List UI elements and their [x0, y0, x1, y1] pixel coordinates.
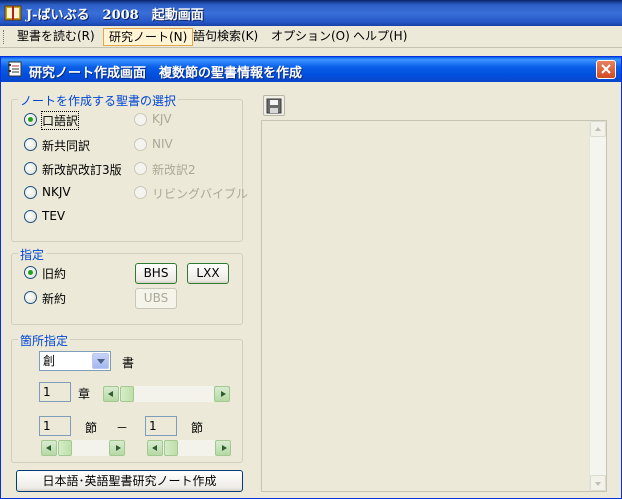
radio-label: 新改訳2 — [152, 163, 196, 177]
radio-circle — [24, 162, 37, 175]
scroll-up-icon[interactable] — [590, 121, 606, 137]
radio-circle — [24, 186, 37, 199]
scroll-right-icon[interactable] — [214, 386, 230, 402]
create-note-button[interactable]: 日本語･英語聖書研究ノート作成 — [16, 470, 243, 492]
verse-from-scrollbar[interactable] — [41, 440, 125, 456]
radio-label: 口語訳 — [40, 111, 80, 130]
book-select[interactable]: 創 — [39, 351, 111, 371]
scroll-thumb[interactable] — [120, 386, 134, 402]
radio-label: リビングバイブル — [152, 187, 249, 201]
close-icon — [601, 64, 611, 74]
save-icon — [266, 98, 282, 114]
verse-to-scrollbar[interactable] — [147, 440, 231, 456]
radio-label: 新改訳改訂3版 — [42, 163, 122, 177]
passage-legend: 箇所指定 — [18, 332, 71, 349]
radio-circle — [134, 113, 147, 126]
radio-label: NKJV — [42, 185, 71, 199]
radio-circle — [24, 113, 37, 126]
scroll-right-icon[interactable] — [109, 440, 125, 456]
verse-from-field[interactable]: 1 — [39, 416, 71, 436]
book-select-value: 創 — [43, 354, 56, 368]
verse-to-suffix: 節 — [191, 421, 204, 435]
close-button[interactable] — [596, 60, 616, 79]
menu-read-bible[interactable]: 聖書を読む(R) — [12, 28, 100, 46]
lxx-button[interactable]: LXX — [187, 263, 229, 284]
bible-selection-group: ノートを作成する聖書の選択 口語訳 新共同訳 新改訳改訂3版 NKJV TEV … — [11, 92, 248, 242]
radio-circle — [24, 138, 37, 151]
radio-label: 旧約 — [42, 267, 67, 281]
verse-from-suffix: 節 — [85, 421, 98, 435]
radio-circle — [134, 162, 147, 175]
menu-word-search[interactable]: 語句検索(K) — [188, 28, 263, 46]
app-titlebar: J-ばいぶる 2008 起動画面 — [0, 0, 622, 26]
chapter-field[interactable]: 1 — [39, 382, 71, 402]
chapter-suffix: 章 — [78, 387, 91, 401]
radio-label: TEV — [42, 209, 66, 223]
bhs-button[interactable]: BHS — [135, 263, 177, 284]
app-title: J-ばいぶる 2008 起動画面 — [26, 8, 204, 23]
ubs-button[interactable]: UBS — [135, 288, 177, 309]
menu-grip — [3, 30, 6, 44]
scroll-left-icon[interactable] — [147, 440, 163, 456]
testament-group: 指定 旧約 新約 BHS LXX UBS — [11, 246, 243, 325]
radio-circle — [24, 210, 37, 223]
radio-label: 新約 — [42, 292, 67, 306]
chapter-scrollbar[interactable] — [103, 386, 230, 402]
child-titlebar: 研究ノート作成画面 複数節の聖書情報を作成 — [1, 57, 621, 82]
study-note-window: 研究ノート作成画面 複数節の聖書情報を作成 ノートを作成する聖書の選択 口語訳 … — [0, 56, 622, 499]
verse-to-field[interactable]: 1 — [145, 416, 177, 436]
vertical-scrollbar[interactable] — [589, 121, 606, 491]
scroll-left-icon[interactable] — [41, 440, 57, 456]
radio-circle — [24, 266, 37, 279]
radio-circle — [134, 138, 147, 151]
note-text-area[interactable] — [261, 120, 607, 492]
passage-group: 箇所指定 創 書 1 章 1 節 － 1 節 — [11, 332, 243, 463]
scroll-thumb[interactable] — [58, 440, 72, 456]
menubar: 聖書を読む(R) 研究ノート(N) 語句検索(K) オプション(O) ヘルプ(H… — [0, 26, 622, 48]
verse-range-dash: － — [116, 421, 129, 435]
radio-label: KJV — [152, 112, 172, 126]
menu-study-note[interactable]: 研究ノート(N) — [103, 28, 194, 46]
child-window-title: 研究ノート作成画面 複数節の聖書情報を作成 — [29, 66, 303, 81]
menu-options[interactable]: オプション(O) — [266, 28, 355, 46]
radio-circle — [24, 291, 37, 304]
notebook-icon — [8, 61, 22, 77]
scroll-down-icon[interactable] — [590, 475, 606, 491]
scroll-left-icon[interactable] — [103, 386, 119, 402]
scroll-right-icon[interactable] — [215, 440, 231, 456]
app-book-icon — [4, 5, 22, 21]
scroll-thumb[interactable] — [164, 440, 178, 456]
chevron-down-icon[interactable] — [92, 353, 109, 369]
radio-label: NIV — [152, 137, 173, 151]
menu-help[interactable]: ヘルプ(H) — [348, 28, 412, 46]
bible-selection-legend: ノートを作成する聖書の選択 — [18, 92, 179, 109]
save-button[interactable] — [263, 95, 285, 116]
book-suffix: 書 — [122, 356, 135, 370]
testament-legend: 指定 — [18, 246, 47, 263]
radio-circle — [134, 186, 147, 199]
radio-label: 新共同訳 — [42, 139, 91, 153]
